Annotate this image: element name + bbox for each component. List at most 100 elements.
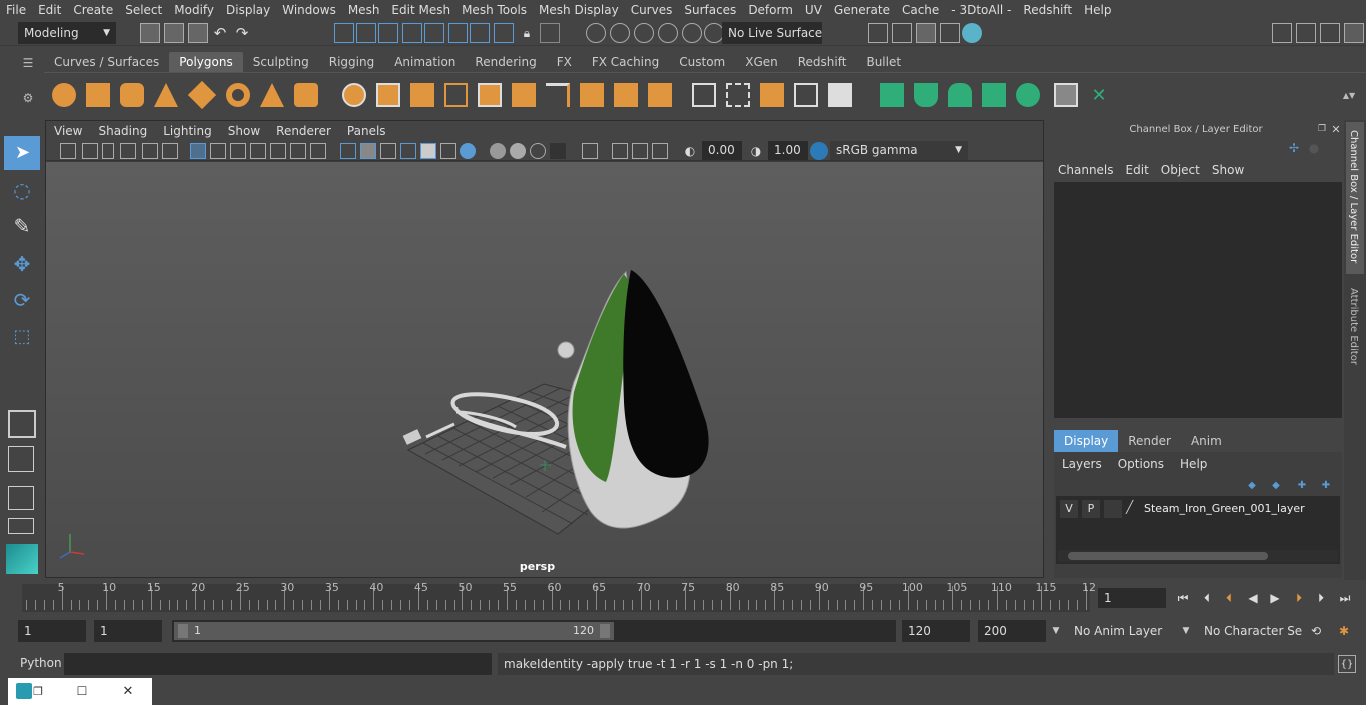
panel-menu-lighting[interactable]: Lighting xyxy=(155,124,220,138)
layer-tab-anim[interactable]: Anim xyxy=(1181,430,1232,452)
symmetry-icon[interactable] xyxy=(634,23,654,43)
attribute-editor-icon[interactable] xyxy=(1296,23,1316,43)
snap-curve-icon[interactable] xyxy=(424,23,444,43)
select-by-object-icon[interactable] xyxy=(356,23,376,43)
channel-box-menu-show[interactable]: Show xyxy=(1212,160,1256,180)
poly-sphere-icon[interactable] xyxy=(52,83,76,107)
multi-cut-icon[interactable] xyxy=(546,83,570,107)
grease-pencil-icon[interactable] xyxy=(162,143,178,159)
screen-space-ao-icon[interactable] xyxy=(490,143,506,159)
shelf-tab-polygons[interactable]: Polygons xyxy=(169,52,243,72)
fill-hole-icon[interactable] xyxy=(648,83,672,107)
menu-uv[interactable]: UV xyxy=(799,3,828,17)
smooth-icon[interactable] xyxy=(444,83,468,107)
menu-mesh[interactable]: Mesh xyxy=(342,3,386,17)
menu-generate[interactable]: Generate xyxy=(828,3,896,17)
new-layer-icon[interactable]: ✚ xyxy=(1294,478,1310,492)
move-tool-icon[interactable]: ✥ xyxy=(8,250,36,278)
shelf-tab-bullet[interactable]: Bullet xyxy=(856,52,911,72)
move-layer-up-icon[interactable]: ◆ xyxy=(1244,478,1260,492)
uv-layout-icon[interactable] xyxy=(726,83,750,107)
snap-grid-icon[interactable] xyxy=(402,23,422,43)
layer-color-swatch-icon[interactable]: ╱ xyxy=(1126,500,1140,518)
poly-plane-icon[interactable] xyxy=(187,80,217,110)
channel-box-toggle-icon[interactable] xyxy=(1344,23,1364,43)
depth-of-field-icon[interactable] xyxy=(550,143,566,159)
magnet-icon[interactable] xyxy=(704,23,724,43)
current-frame-field[interactable]: 1 xyxy=(1098,588,1166,608)
render-current-frame-icon[interactable] xyxy=(892,23,912,43)
ipr-render-icon[interactable] xyxy=(916,23,936,43)
modeling-toolkit-icon[interactable] xyxy=(1272,23,1292,43)
shelf-menu-icon[interactable]: ☰ xyxy=(18,54,38,72)
four-view-layout-icon[interactable] xyxy=(8,446,34,472)
mode-selector[interactable]: Modeling ▼ xyxy=(18,22,116,44)
soft-select-icon[interactable] xyxy=(610,23,630,43)
safe-action-icon[interactable] xyxy=(290,143,306,159)
extrude-icon[interactable] xyxy=(478,83,502,107)
layer-display-type-toggle[interactable] xyxy=(1104,500,1122,518)
layer-name[interactable]: Steam_Iron_Green_001_layer xyxy=(1144,500,1305,518)
menu-deform[interactable]: Deform xyxy=(742,3,799,17)
side-tab-channel-box[interactable]: Channel Box / Layer Editor xyxy=(1346,122,1364,274)
channel-box-menu-object[interactable]: Object xyxy=(1161,160,1212,180)
layer-menu-layers[interactable]: Layers xyxy=(1054,454,1110,474)
shelf-tab-animation[interactable]: Animation xyxy=(384,52,465,72)
speed-icon[interactable]: ● xyxy=(1306,140,1322,156)
image-plane-icon[interactable] xyxy=(120,143,136,159)
anti-aliasing-icon[interactable] xyxy=(530,143,546,159)
isolate-select-icon[interactable] xyxy=(582,143,598,159)
grid-toggle-icon[interactable] xyxy=(190,143,206,159)
menu-mesh-display[interactable]: Mesh Display xyxy=(533,3,625,17)
field-chart-icon[interactable] xyxy=(270,143,286,159)
sew-uv-icon[interactable] xyxy=(828,83,852,107)
go-to-start-icon[interactable]: ⏮ xyxy=(1174,588,1192,608)
shelf-tab-fx[interactable]: FX xyxy=(547,52,582,72)
menu-3dtoall[interactable]: - 3DtoAll - xyxy=(945,3,1017,17)
shadows-icon[interactable] xyxy=(460,143,476,159)
save-scene-icon[interactable] xyxy=(188,23,208,43)
colorspace-dropdown[interactable]: sRGB gamma ▼ xyxy=(830,141,968,160)
bridge-icon[interactable] xyxy=(580,83,604,107)
manipulator-icon[interactable]: ✢ xyxy=(1286,140,1302,156)
planar-map-icon[interactable] xyxy=(760,83,784,107)
layer-visibility-toggle[interactable]: V xyxy=(1060,500,1078,518)
poly-pyramid-icon[interactable] xyxy=(260,83,284,107)
safe-title-icon[interactable] xyxy=(310,143,326,159)
smooth-shade-icon[interactable] xyxy=(360,143,376,159)
default-material-icon[interactable] xyxy=(380,143,396,159)
green-tool-1-icon[interactable] xyxy=(880,83,904,107)
menu-curves[interactable]: Curves xyxy=(625,3,679,17)
poly-cylinder-icon[interactable] xyxy=(120,83,144,107)
script-editor-icon[interactable]: {} xyxy=(1338,655,1356,673)
select-by-component-icon[interactable] xyxy=(378,23,398,43)
new-layer-selected-icon[interactable]: ✚ xyxy=(1318,478,1334,492)
render-settings-icon[interactable] xyxy=(940,23,960,43)
rotate-tool-icon[interactable]: ⟳ xyxy=(8,286,36,314)
step-forward-key-icon[interactable]: ⏵ xyxy=(1290,588,1308,608)
shelf-tab-rigging[interactable]: Rigging xyxy=(319,52,384,72)
wireframe-on-shaded-icon[interactable] xyxy=(400,143,416,159)
bookmark-icon[interactable] xyxy=(102,143,114,159)
gamma-field[interactable]: 1.00 xyxy=(768,141,808,160)
separate-icon[interactable] xyxy=(376,83,400,107)
textured-icon[interactable] xyxy=(420,143,436,159)
menu-create[interactable]: Create xyxy=(67,3,119,17)
step-forward-frame-icon[interactable]: ⏵ xyxy=(1312,588,1330,608)
channel-list[interactable] xyxy=(1054,182,1342,418)
tool-settings-icon[interactable] xyxy=(1320,23,1340,43)
menu-mesh-tools[interactable]: Mesh Tools xyxy=(456,3,533,17)
side-tab-attribute-editor[interactable]: Attribute Editor xyxy=(1346,284,1364,384)
shelf-tab-sculpting[interactable]: Sculpting xyxy=(243,52,319,72)
animation-start-field[interactable]: 1 xyxy=(18,620,86,642)
scale-tool-icon[interactable]: ⬚ xyxy=(8,322,36,350)
cut-uv-icon[interactable] xyxy=(794,83,818,107)
construction-history-icon[interactable] xyxy=(586,23,606,43)
menu-edit[interactable]: Edit xyxy=(32,3,67,17)
lock-icon[interactable]: 🔒︎ xyxy=(518,23,536,43)
outliner-layout-icon[interactable] xyxy=(8,486,34,510)
menu-windows[interactable]: Windows xyxy=(276,3,342,17)
gate-mask-icon[interactable] xyxy=(250,143,266,159)
shelf-tab-redshift[interactable]: Redshift xyxy=(788,52,857,72)
panel-menu-shading[interactable]: Shading xyxy=(90,124,155,138)
